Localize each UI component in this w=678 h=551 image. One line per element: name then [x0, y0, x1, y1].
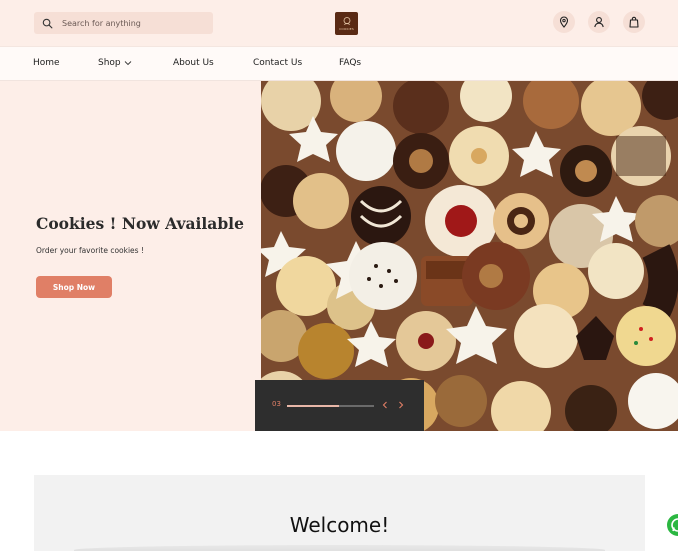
welcome-title: Welcome! [289, 513, 390, 537]
slide-next-button[interactable] [395, 398, 407, 412]
assorted-cookies-photo [261, 81, 678, 431]
shop-now-button[interactable]: Shop Now [36, 276, 112, 298]
top-bar: COOKIES [0, 0, 678, 46]
nav-item-contact[interactable]: Contact Us [253, 58, 302, 68]
slide-number: 03 [272, 400, 281, 408]
nav-item-faqs[interactable]: FAQs [339, 58, 361, 68]
shopping-bag-icon [629, 16, 639, 28]
cookie-shop-logo [343, 17, 350, 25]
welcome-section: Welcome! [34, 475, 645, 551]
brand-logo[interactable]: COOKIES [335, 12, 358, 35]
search-input[interactable] [62, 18, 202, 28]
account-button[interactable] [588, 11, 610, 33]
cart-button[interactable] [623, 11, 645, 33]
welcome-card-top [74, 545, 605, 551]
nav-item-shop[interactable]: Shop [98, 58, 132, 68]
chevron-left-icon [382, 401, 387, 409]
location-button[interactable] [553, 11, 575, 33]
whatsapp-button[interactable] [667, 514, 678, 536]
search-icon [42, 18, 53, 28]
whatsapp-icon [671, 518, 678, 532]
nav-item-shop-label: Shop [98, 58, 121, 68]
user-icon [594, 17, 604, 28]
hero-title: Cookies ! Now Available [36, 214, 244, 233]
nav-item-about[interactable]: About Us [173, 58, 214, 68]
nav-item-home[interactable]: Home [33, 58, 60, 68]
slide-prev-button[interactable] [379, 398, 391, 412]
hero-panel [0, 81, 261, 431]
main-nav: Home Shop About Us Contact Us FAQs [0, 46, 678, 81]
slide-progress-track [287, 405, 374, 407]
logo-text: COOKIES [339, 27, 354, 31]
search-box[interactable] [34, 12, 213, 34]
location-pin-icon [559, 16, 569, 28]
chevron-down-icon [124, 61, 131, 66]
slider-controls: 03 [255, 380, 424, 431]
slide-progress-fill [287, 405, 340, 407]
hero-image [261, 81, 678, 431]
chevron-right-icon [399, 401, 404, 409]
hero-subtitle: Order your favorite cookies ! [36, 246, 144, 255]
